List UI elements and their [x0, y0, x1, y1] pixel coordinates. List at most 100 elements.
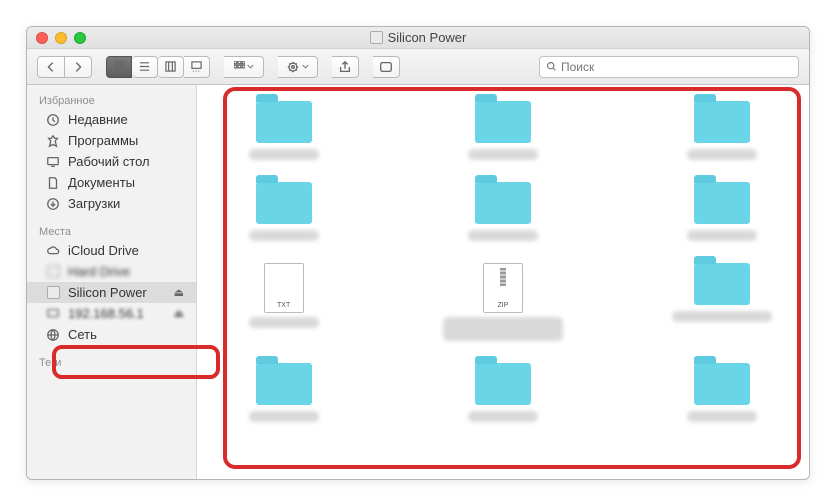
- folder-item[interactable]: [229, 182, 339, 241]
- folder-icon: [256, 182, 312, 224]
- folder-item[interactable]: [229, 101, 339, 160]
- zip-file-icon: ZIP: [483, 263, 523, 313]
- view-mode-buttons: [106, 56, 210, 78]
- item-label: [249, 317, 319, 328]
- sidebar-item-label: Программы: [68, 133, 138, 148]
- folder-item[interactable]: [667, 363, 777, 422]
- sidebar-item-silicon-power[interactable]: Silicon Power ⏏: [27, 282, 196, 303]
- clock-icon: [45, 113, 61, 127]
- folder-item[interactable]: [667, 101, 777, 160]
- folder-item[interactable]: [667, 182, 777, 241]
- back-button[interactable]: [37, 56, 65, 78]
- sidebar-item-desktop[interactable]: Рабочий стол: [27, 151, 196, 172]
- desktop-icon: [45, 155, 61, 169]
- sidebar-item-label: iCloud Drive: [68, 243, 139, 258]
- gallery-view-button[interactable]: [184, 56, 210, 78]
- item-label: [468, 411, 538, 422]
- arrange-button-group: [224, 56, 264, 78]
- sidebar-item-networkhost[interactable]: 192.168.56.1 ⏏: [27, 303, 196, 324]
- search-field[interactable]: [539, 56, 799, 78]
- favorites-section-label: Избранное: [27, 91, 196, 109]
- sidebar-item-network[interactable]: Сеть: [27, 324, 196, 345]
- file-ext-label: TXT: [277, 302, 290, 309]
- sidebar-item-documents[interactable]: Документы: [27, 172, 196, 193]
- globe-icon: [45, 328, 61, 342]
- sidebar-item-label: Загрузки: [68, 196, 120, 211]
- body: Избранное Недавние Программы Рабочий сто…: [27, 85, 809, 479]
- folder-icon: [694, 263, 750, 305]
- sidebar: Избранное Недавние Программы Рабочий сто…: [27, 85, 197, 479]
- sidebar-item-label: Документы: [68, 175, 135, 190]
- item-label: [687, 411, 757, 422]
- titlebar: Silicon Power: [27, 27, 809, 49]
- sidebar-item-label: Рабочий стол: [68, 154, 150, 169]
- drive-icon: [45, 286, 61, 300]
- sidebar-item-downloads[interactable]: Загрузки: [27, 193, 196, 214]
- network-icon: [45, 307, 61, 321]
- folder-item[interactable]: [448, 182, 558, 241]
- minimize-button[interactable]: [55, 32, 67, 44]
- txt-file-icon: TXT: [264, 263, 304, 313]
- cloud-icon: [45, 244, 61, 258]
- folder-item[interactable]: [448, 101, 558, 160]
- folder-icon: [475, 363, 531, 405]
- item-label: [687, 230, 757, 241]
- sidebar-item-label: 192.168.56.1: [68, 306, 144, 321]
- finder-window: Silicon Power: [26, 26, 810, 480]
- item-label: [672, 311, 772, 322]
- share-button[interactable]: [332, 56, 359, 78]
- sidebar-item-icloud[interactable]: iCloud Drive: [27, 240, 196, 261]
- share-button-group: [332, 56, 359, 78]
- locations-section-label: Места: [27, 222, 196, 240]
- item-label: [468, 149, 538, 160]
- apps-icon: [45, 134, 61, 148]
- file-ext-label: ZIP: [498, 302, 509, 309]
- sidebar-item-apps[interactable]: Программы: [27, 130, 196, 151]
- item-label: [443, 317, 563, 341]
- folder-icon: [694, 101, 750, 143]
- tags-button[interactable]: [373, 56, 400, 78]
- file-item[interactable]: ZIP: [448, 263, 558, 341]
- eject-icon[interactable]: ⏏: [174, 286, 184, 299]
- content-area[interactable]: TXT ZIP: [197, 85, 809, 479]
- arrange-button[interactable]: [224, 56, 264, 78]
- tags-section-label: Теги: [27, 353, 196, 371]
- window-title: Silicon Power: [388, 30, 467, 45]
- folder-icon: [475, 182, 531, 224]
- item-label: [468, 230, 538, 241]
- file-item[interactable]: TXT: [229, 263, 339, 341]
- icon-grid: TXT ZIP: [197, 85, 809, 438]
- window-controls: [36, 32, 86, 44]
- documents-icon: [45, 176, 61, 190]
- downloads-icon: [45, 197, 61, 211]
- forward-button[interactable]: [65, 56, 92, 78]
- sidebar-item-label: Недавние: [68, 112, 128, 127]
- sidebar-item-harddrive[interactable]: Hard Drive: [27, 261, 196, 282]
- sidebar-item-label: Hard Drive: [68, 264, 130, 279]
- item-label: [249, 230, 319, 241]
- folder-icon: [694, 363, 750, 405]
- sidebar-item-label: Silicon Power: [68, 285, 147, 300]
- folder-icon: [256, 363, 312, 405]
- icon-view-button[interactable]: [106, 56, 132, 78]
- drive-icon: [370, 31, 383, 44]
- column-view-button[interactable]: [158, 56, 184, 78]
- search-icon: [546, 61, 557, 72]
- folder-icon: [694, 182, 750, 224]
- item-label: [249, 411, 319, 422]
- list-view-button[interactable]: [132, 56, 158, 78]
- folder-item[interactable]: [229, 363, 339, 422]
- folder-icon: [475, 101, 531, 143]
- sidebar-item-label: Сеть: [68, 327, 97, 342]
- drive-icon: [45, 265, 61, 279]
- window-title-wrap: Silicon Power: [370, 30, 467, 45]
- close-button[interactable]: [36, 32, 48, 44]
- zoom-button[interactable]: [74, 32, 86, 44]
- folder-item[interactable]: [448, 363, 558, 422]
- item-label: [687, 149, 757, 160]
- eject-icon[interactable]: ⏏: [174, 307, 184, 320]
- sidebar-item-recents[interactable]: Недавние: [27, 109, 196, 130]
- folder-item[interactable]: [667, 263, 777, 341]
- action-button[interactable]: [278, 56, 318, 78]
- search-input[interactable]: [561, 60, 792, 74]
